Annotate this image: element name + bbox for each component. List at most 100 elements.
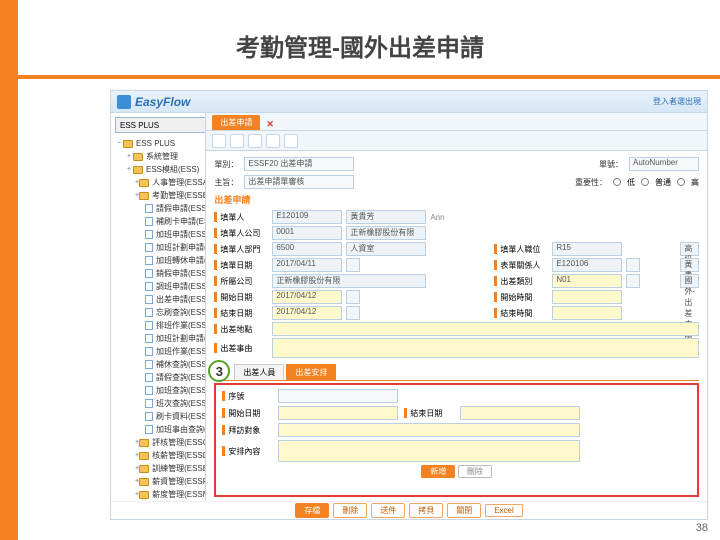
toolbar-icon[interactable]: [212, 134, 226, 148]
priority-low-radio[interactable]: [613, 178, 621, 186]
toolbar: [206, 131, 707, 151]
toolbar-icon[interactable]: [248, 134, 262, 148]
reason-input[interactable]: [272, 338, 699, 358]
tree-node[interactable]: 補休查詢(ESSQ02): [115, 358, 205, 371]
tree-node[interactable]: 加班計劃申請(ESSF05): [115, 241, 205, 254]
tree-node[interactable]: +薪度管理(ESSMYO): [115, 488, 205, 501]
toolbar-icon[interactable]: [266, 134, 280, 148]
tree-node[interactable]: +薪資管理(ESSFPS): [115, 475, 205, 488]
submit-button[interactable]: 送件: [371, 503, 405, 518]
app-window: EasyFlow 登入者選出現 ESS PLUS −ESS PLUS+系統管理+…: [110, 90, 708, 520]
tree-node[interactable]: 請假查詢(ESSQ06): [115, 371, 205, 384]
date-picker-icon[interactable]: [346, 306, 360, 320]
tab-arrangement[interactable]: 出差安排: [286, 364, 336, 380]
tree-node[interactable]: 忘刷查詢(ESSF21): [115, 306, 205, 319]
brand-logo: [117, 95, 131, 109]
main-tab[interactable]: 出差申請: [212, 115, 260, 130]
close-tab-icon[interactable]: ✕: [266, 119, 274, 130]
sidebar: ESS PLUS −ESS PLUS+系統管理+ESS模組(ESS)+人事管理(…: [111, 113, 206, 519]
applicant-en: Ann: [430, 213, 490, 222]
triptype-code[interactable]: N01: [552, 274, 622, 288]
tree-node[interactable]: 加班計劃申請(多帳務多人): [115, 332, 205, 345]
tree-node[interactable]: 銷假申請(ESSF08): [115, 267, 205, 280]
tree-node[interactable]: 加班查詢(ESSQ09): [115, 384, 205, 397]
tree-node[interactable]: +訓練管理(ESSETR): [115, 462, 205, 475]
company-name: 正新橡膠股份有限: [346, 226, 426, 240]
content-input[interactable]: [278, 440, 580, 462]
form-code[interactable]: ESSF20 出差申請: [244, 157, 354, 171]
section-title: 出差申請: [214, 193, 699, 206]
tree-node[interactable]: +評核管理(ESSCPA): [115, 436, 205, 449]
subject[interactable]: 出差申請單審核: [244, 175, 354, 189]
close-button[interactable]: 關閉: [447, 503, 481, 518]
applicant-name: 黃貴芳: [346, 210, 426, 224]
nav-tree[interactable]: −ESS PLUS+系統管理+ESS模組(ESS)+人事管理(ESSAHR)+考…: [111, 137, 205, 519]
startdate-label: 開始日期: [214, 292, 268, 303]
copy-button[interactable]: 拷貝: [409, 503, 443, 518]
dept-name: 人資室: [346, 242, 426, 256]
related-code: E120106: [552, 258, 622, 272]
date-picker-icon[interactable]: [346, 290, 360, 304]
toolbar-icon[interactable]: [284, 134, 298, 148]
tree-node[interactable]: 出差申請(ESSF20): [115, 293, 205, 306]
detail-end-input[interactable]: [460, 406, 580, 420]
enddate[interactable]: 2017/04/12: [272, 306, 342, 320]
target-input[interactable]: [278, 423, 580, 437]
save-button[interactable]: 存檔: [295, 503, 329, 518]
seq-input[interactable]: [278, 389, 398, 403]
priority-high-label: 高: [691, 177, 699, 188]
priority-high-radio[interactable]: [677, 178, 685, 186]
company-code: 0001: [272, 226, 342, 240]
tree-node[interactable]: 加班轉休申請(ESSF06): [115, 254, 205, 267]
subject-label: 主旨：: [214, 177, 238, 188]
tree-node[interactable]: +人事管理(ESSAHR): [115, 176, 205, 189]
startdate[interactable]: 2017/04/12: [272, 290, 342, 304]
related-label: 表單關係人: [494, 260, 548, 271]
tree-node[interactable]: 加班作業(ESSQ01): [115, 345, 205, 358]
lookup-icon[interactable]: [626, 258, 640, 272]
toolbar-icon[interactable]: [230, 134, 244, 148]
tab-people[interactable]: 出差人員: [234, 364, 284, 380]
excel-button[interactable]: Excel: [485, 504, 523, 517]
tree-node[interactable]: 調班申請(ESSF17): [115, 280, 205, 293]
lookup-icon[interactable]: [626, 274, 640, 288]
tree-node[interactable]: 加班申請(ESSF04): [115, 228, 205, 241]
reason-label: 出差事由: [214, 343, 268, 354]
tree-node[interactable]: 請假申請(ESSF01): [115, 202, 205, 215]
tree-node[interactable]: +系統管理: [115, 150, 205, 163]
enddate-label: 結束日期: [214, 308, 268, 319]
place-input[interactable]: [272, 322, 699, 336]
brand-name: EasyFlow: [135, 95, 190, 109]
tree-node[interactable]: +核薪管理(ESSDRE): [115, 449, 205, 462]
tree-node[interactable]: 加班事由查詢(ESSQ13): [115, 423, 205, 436]
seq-label: 序號: [222, 391, 272, 402]
page-title: 考勤管理-國外出差申請: [0, 28, 720, 63]
tree-node[interactable]: 補刷卡申請(ESSF03): [115, 215, 205, 228]
date-picker-icon[interactable]: [346, 258, 360, 272]
priority-normal-radio[interactable]: [641, 178, 649, 186]
position-name: 高級專員: [680, 242, 699, 256]
target-label: 拜訪對象: [222, 425, 272, 436]
formdate: 2017/04/11: [272, 258, 342, 272]
priority-normal-label: 普通: [655, 177, 671, 188]
tree-node[interactable]: 排班作業(ESSF50): [115, 319, 205, 332]
button-bar: 存檔 刪除 送件 拷貝 關閉 Excel: [111, 501, 707, 519]
endtime[interactable]: [552, 306, 622, 320]
tree-node[interactable]: +考勤管理(ESSBAT): [115, 189, 205, 202]
tripcompany: 正新橡膠股份有限: [272, 274, 426, 288]
applicant-id: E120109: [272, 210, 342, 224]
module-select[interactable]: ESS PLUS: [115, 117, 206, 133]
row-add-button[interactable]: 新增: [421, 465, 455, 478]
dept-label: 填單人部門: [214, 244, 268, 255]
row-del-button[interactable]: 刪除: [458, 465, 492, 478]
tree-node[interactable]: 刷卡資料(ESSQ11): [115, 410, 205, 423]
detail-start-input[interactable]: [278, 406, 398, 420]
login-user-link[interactable]: 登入者選出現: [653, 96, 701, 107]
delete-button[interactable]: 刪除: [333, 503, 367, 518]
position-label: 填單人職位: [494, 244, 548, 255]
tree-node[interactable]: 班次查詢(ESSQ10): [115, 397, 205, 410]
dept-code: 6500: [272, 242, 342, 256]
detail-end-label: 結束日期: [404, 408, 454, 419]
tree-node[interactable]: +ESS模組(ESS): [115, 163, 205, 176]
starttime[interactable]: [552, 290, 622, 304]
